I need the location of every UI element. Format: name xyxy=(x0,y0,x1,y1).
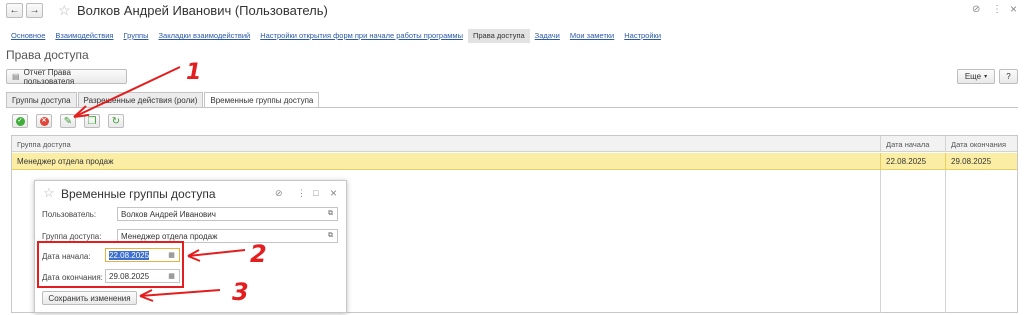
annotation-overlay: 1 2 3 xyxy=(37,60,267,306)
annotation-number: 1 xyxy=(186,60,201,85)
annotation-number: 3 xyxy=(232,278,249,306)
annotation-arrow xyxy=(73,66,181,118)
annotation-number: 2 xyxy=(250,240,267,268)
annotation-box xyxy=(37,241,184,288)
